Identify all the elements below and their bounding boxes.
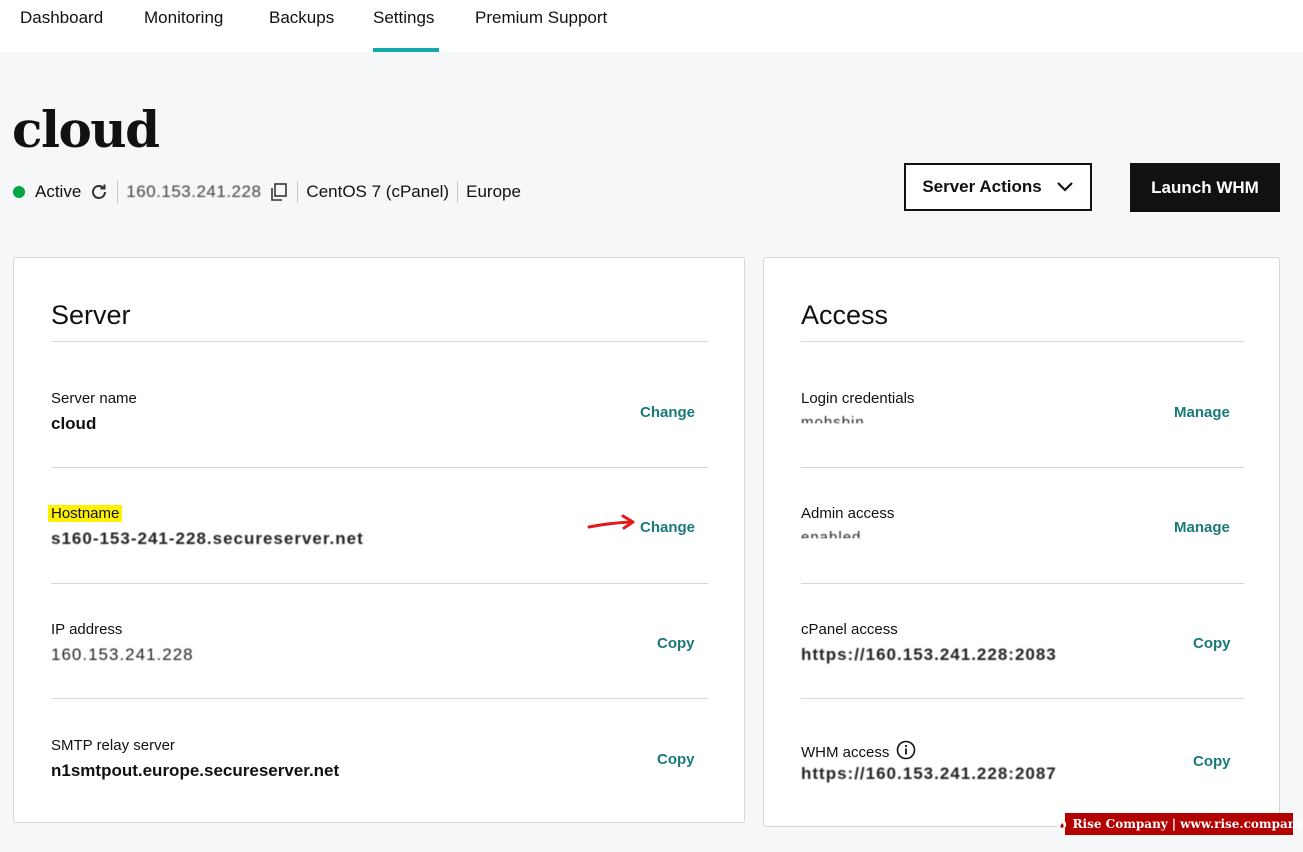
watermark-banner: Rise Company | www.rise.company: [1057, 813, 1303, 835]
row-value: https://160.153.241.228:2083: [801, 645, 1057, 664]
divider: [51, 467, 708, 468]
smtp-relay-row: SMTP relay server n1smtpout.europe.secur…: [51, 737, 708, 852]
flame-logo-icon: [1055, 817, 1069, 831]
top-navigation: Dashboard Monitoring Backups Settings Pr…: [0, 0, 1303, 52]
copy-cpanel-button[interactable]: Copy: [1193, 635, 1231, 652]
server-actions-button[interactable]: Server Actions: [904, 163, 1092, 211]
manage-login-button[interactable]: Manage: [1174, 404, 1230, 421]
manage-admin-button[interactable]: Manage: [1174, 519, 1230, 536]
info-icon[interactable]: [896, 740, 916, 760]
copy-smtp-button[interactable]: Copy: [657, 751, 695, 768]
row-label: SMTP relay server: [51, 737, 175, 754]
row-value: cloud: [51, 414, 97, 433]
row-value: mohsbin: [801, 414, 865, 431]
row-value: 160.153.241.228: [51, 645, 194, 664]
status-dot: [13, 186, 25, 198]
server-name-row: Server name cloud Change: [51, 390, 708, 505]
server-card-title: Server: [51, 300, 131, 330]
tab-monitoring[interactable]: Monitoring: [144, 0, 223, 52]
divider: [801, 583, 1244, 584]
whm-access-label: WHM access: [801, 744, 890, 761]
ip-address-text: 160.153.241.228: [126, 182, 262, 201]
server-actions-label: Server Actions: [922, 177, 1042, 196]
divider: [117, 181, 119, 203]
refresh-icon[interactable]: [89, 182, 109, 202]
tab-backups[interactable]: Backups: [269, 0, 334, 52]
row-label: Server name: [51, 390, 137, 407]
watermark-divider: |: [1171, 817, 1177, 831]
change-hostname-button[interactable]: Change: [640, 519, 695, 536]
divider: [801, 341, 1244, 342]
row-value: https://160.153.241.228:2087: [801, 764, 1057, 783]
copy-icon[interactable]: [269, 182, 289, 202]
server-status-row: Active 160.153.241.228 CentOS 7 (cPanel)…: [13, 178, 521, 206]
red-arrow-annotation: [587, 514, 635, 530]
hostname-row: Hostname s160-153-241-228.secureserver.n…: [48, 505, 708, 620]
watermark-brand: Rise Company: [1072, 817, 1168, 831]
row-label: Hostname: [48, 505, 123, 522]
row-label: Admin access: [801, 505, 895, 522]
divider: [297, 181, 299, 203]
admin-access-row: Admin access enabled Manage: [801, 505, 1244, 620]
server-card: Server Server name cloud Change Hostname…: [13, 257, 745, 823]
divider: [51, 698, 708, 699]
divider: [801, 467, 1244, 468]
launch-whm-button[interactable]: Launch WHM: [1130, 163, 1280, 212]
row-label: cPanel access: [801, 621, 898, 638]
divider: [457, 181, 459, 203]
row-label: WHM access: [801, 740, 916, 761]
row-label: Login credentials: [801, 390, 915, 407]
access-card: Access Login credentials mohsbin Manage …: [763, 257, 1280, 827]
copy-ip-button[interactable]: Copy: [657, 635, 695, 652]
copy-whm-button[interactable]: Copy: [1193, 753, 1231, 770]
row-value: n1smtpout.europe.secureserver.net: [51, 761, 340, 780]
login-credentials-row: Login credentials mohsbin Manage: [801, 390, 1244, 505]
page-title: cloud: [12, 100, 160, 159]
tab-settings[interactable]: Settings: [373, 0, 439, 52]
row-value: s160-153-241-228.secureserver.net: [51, 529, 364, 548]
watermark-url: www.rise.company: [1180, 817, 1303, 831]
divider: [801, 698, 1244, 699]
divider: [51, 341, 708, 342]
chevron-down-icon: [1056, 181, 1074, 193]
tab-premium-support[interactable]: Premium Support: [475, 0, 607, 52]
region-label: Europe: [466, 182, 521, 201]
os-label: CentOS 7 (cPanel): [306, 182, 450, 201]
status-label: Active: [35, 182, 82, 201]
divider: [51, 583, 708, 584]
change-server-name-button[interactable]: Change: [640, 404, 695, 421]
ip-address-row: IP address 160.153.241.228 Copy: [51, 621, 708, 736]
access-card-title: Access: [801, 300, 889, 330]
row-value: enabled: [801, 529, 862, 546]
cpanel-access-row: cPanel access https://160.153.241.228:20…: [801, 621, 1244, 736]
tab-dashboard[interactable]: Dashboard: [20, 0, 103, 52]
hostname-highlight: Hostname: [48, 505, 123, 522]
row-label: IP address: [51, 621, 123, 638]
